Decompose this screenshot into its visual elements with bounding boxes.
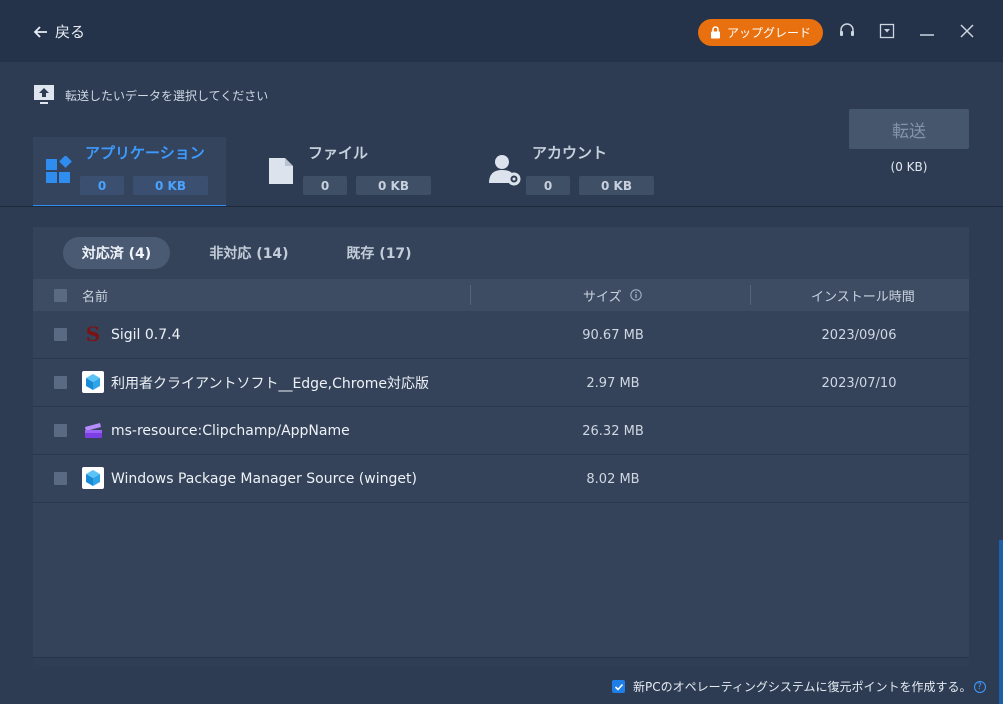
row-checkbox[interactable] [54, 328, 67, 341]
svg-text:S: S [86, 323, 100, 345]
column-separator[interactable] [470, 285, 471, 305]
app-install-date: 2023/09/06 [821, 327, 897, 343]
app-size: 8.02 MB [586, 471, 640, 487]
category-count: 0 [303, 176, 347, 195]
category-title: アカウント [532, 144, 608, 162]
restore-point-checkbox[interactable] [612, 680, 625, 693]
transfer-button[interactable]: 転送 [849, 109, 969, 149]
main-area: 転送したいデータを選択してください アプリケーション 0 0 KB ファイル 0… [0, 62, 1003, 704]
back-label: 戻る [55, 23, 86, 41]
app-install-date: 2023/07/10 [821, 375, 897, 391]
minimize-icon[interactable] [916, 20, 938, 42]
sigil-icon: S [82, 323, 104, 345]
app-size: 26.32 MB [582, 423, 644, 439]
lock-icon [710, 26, 720, 39]
support-headset-icon[interactable] [836, 20, 858, 42]
apps-icon [46, 156, 72, 183]
select-all-checkbox[interactable] [54, 288, 67, 302]
category-title: ファイル [308, 144, 369, 162]
row-checkbox[interactable] [54, 472, 67, 485]
app-install-date [779, 455, 939, 503]
category-count: 0 [526, 176, 570, 195]
upgrade-label: アップグレード [726, 26, 811, 40]
category-tab-files[interactable]: ファイル 0 0 KB [258, 137, 451, 207]
checkmark-icon [614, 683, 623, 691]
account-icon [489, 155, 521, 186]
row-checkbox[interactable] [54, 424, 67, 437]
column-header-name[interactable]: 名前 [82, 279, 108, 311]
table-row[interactable]: ms-resource:Clipchamp/AppName 26.32 MB [33, 407, 969, 455]
subtab-bar: 対応済 (4) 非対応 (14) 既存 (17) [33, 227, 969, 279]
category-tab-accounts[interactable]: アカウント 0 0 KB [482, 137, 675, 207]
category-count: 0 [80, 176, 124, 195]
package-icon [82, 467, 104, 489]
category-title: アプリケーション [85, 144, 205, 162]
column-header-size-label: サイズ [583, 289, 622, 305]
tab-incompatible[interactable]: 非対応 (14) [191, 237, 307, 269]
package-icon [82, 371, 104, 393]
menu-dropdown-icon[interactable] [876, 20, 898, 42]
app-list-panel: 対応済 (4) 非対応 (14) 既存 (17) 名前 サイズ インストール時間… [33, 227, 969, 667]
hint-text: 転送したいデータを選択してください [65, 88, 269, 103]
arrow-left-icon [33, 25, 47, 38]
table-row[interactable]: 利用者クライアントソフト__Edge,Chrome対応版 2.97 MB 202… [33, 359, 969, 407]
category-size: 0 KB [579, 176, 654, 195]
file-icon [269, 158, 293, 184]
help-icon[interactable]: ? [973, 680, 986, 693]
transfer-size: (0 KB) [890, 160, 928, 174]
divider [0, 206, 1003, 207]
app-name: 利用者クライアントソフト__Edge,Chrome対応版 [111, 376, 430, 392]
info-icon[interactable] [629, 289, 642, 301]
category-tab-applications[interactable]: アプリケーション 0 0 KB [33, 137, 226, 207]
row-checkbox[interactable] [54, 376, 67, 389]
instruction-hint: 転送したいデータを選択してください [33, 84, 268, 106]
app-name: Sigil 0.7.4 [111, 327, 181, 343]
table-row[interactable]: S Sigil 0.7.4 90.67 MB 2023/09/06 [33, 311, 969, 359]
app-name: ms-resource:Clipchamp/AppName [111, 423, 350, 439]
table-header: 名前 サイズ インストール時間 [33, 279, 969, 311]
column-separator[interactable] [750, 285, 751, 305]
panel-footer-strip [33, 657, 969, 667]
app-size: 2.97 MB [586, 375, 640, 391]
table-row[interactable]: Windows Package Manager Source (winget) … [33, 455, 969, 503]
app-name: Windows Package Manager Source (winget) [111, 471, 417, 487]
tab-compatible[interactable]: 対応済 (4) [63, 237, 170, 269]
column-header-size[interactable]: サイズ [583, 279, 642, 311]
clipchamp-icon [85, 423, 102, 438]
upgrade-button[interactable]: アップグレード [698, 19, 823, 46]
window-edge-accent [999, 540, 1003, 704]
back-button[interactable]: 戻る [33, 21, 85, 42]
category-size: 0 KB [356, 176, 431, 195]
app-install-date [779, 407, 939, 455]
title-bar: 戻る アップグレード [0, 0, 1003, 62]
close-icon[interactable] [956, 20, 978, 42]
column-header-install-time[interactable]: インストール時間 [811, 279, 915, 311]
tab-existing[interactable]: 既存 (17) [327, 237, 431, 269]
app-size: 90.67 MB [582, 327, 644, 343]
restore-point-option: 新PCのオペレーティングシステムに復元ポイントを作成する。 ? [612, 678, 986, 695]
upload-monitor-icon [34, 85, 54, 104]
category-size: 0 KB [133, 176, 208, 195]
app-rows: S Sigil 0.7.4 90.67 MB 2023/09/06 利用者クライ… [33, 311, 969, 503]
restore-point-label: 新PCのオペレーティングシステムに復元ポイントを作成する。 [633, 680, 972, 694]
